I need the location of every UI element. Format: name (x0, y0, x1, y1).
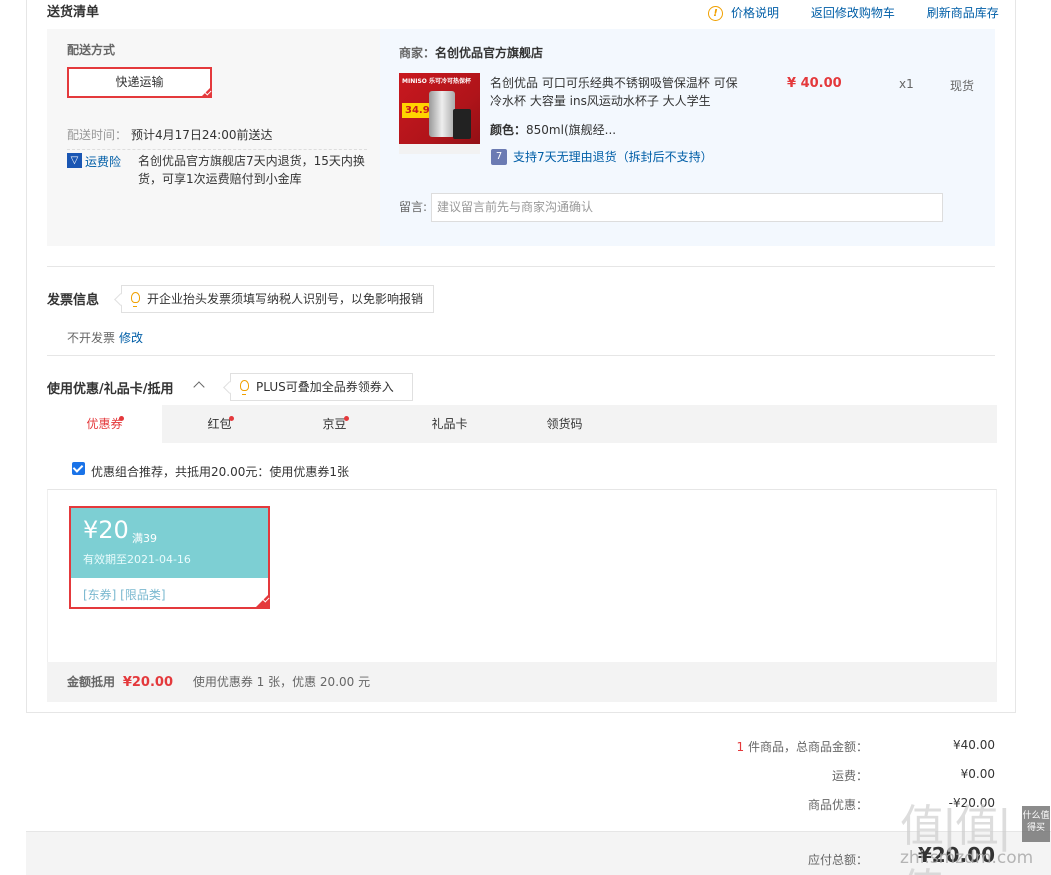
coupon-selected-icon (254, 593, 270, 609)
express-delivery-button[interactable]: 快递运输 (67, 67, 212, 98)
invoice-modify-link[interactable]: 修改 (119, 329, 143, 346)
price-note-label[interactable]: 价格说明 (731, 6, 779, 20)
product-cup-graphic-2 (453, 109, 471, 139)
coupon-expiry: 有效期至2021-04-16 (83, 553, 191, 566)
warning-icon: ! (708, 6, 723, 21)
payable-label: 应付总额： (807, 853, 868, 867)
tab-jd-beans-dot (344, 416, 349, 421)
total-bar (26, 831, 1051, 875)
product-stock: 现货 (950, 79, 975, 93)
shield-icon: ▽ (67, 153, 82, 168)
tab-coupon-dot (119, 416, 124, 421)
tab-red-packet[interactable]: 红包 (162, 405, 277, 443)
summary-goods-total: ¥40.00 (953, 738, 995, 752)
lightbulb-icon (131, 292, 140, 307)
summary-count-label: 件商品，总商品金额： (747, 740, 868, 754)
product-image-brand: MINISO 乐可冷可热保杯 (402, 78, 471, 85)
tab-jd-beans[interactable]: 京豆 (277, 405, 392, 443)
summary-shipping-fee: ¥0.00 (960, 767, 995, 781)
summary-count: 1 (736, 740, 745, 754)
merchant-label: 商家：名创优品官方旗舰店 (399, 44, 543, 61)
deduct-bar: 金额抵用 ¥20.00 使用优惠券 1 张，优惠 20.00 元 (47, 662, 997, 702)
coupon-header: ¥20 满39 有效期至2021-04-16 (71, 508, 268, 578)
invoice-tip: 开企业抬头发票须填写纳税人识别号，以免影响报销 (114, 285, 434, 313)
tab-red-packet-dot (229, 416, 234, 421)
tab-gift-card[interactable]: 礼品卡 (392, 405, 507, 443)
watermark-url: zhi.smzdm.com (900, 848, 1034, 868)
summary-discount-label: 商品优惠： (807, 798, 868, 812)
merchant-name: 名创优品官方旗舰店 (435, 46, 544, 60)
product-image-footer (399, 144, 480, 154)
discount-title[interactable]: 使用优惠/礼品卡/抵用 (47, 378, 174, 397)
tab-red-packet-label: 红包 (207, 417, 232, 431)
invoice-title: 发票信息 (47, 293, 100, 308)
summary-count-row: 1 件商品，总商品金额： (737, 738, 868, 755)
plus-tip[interactable]: PLUS可叠加全品券领券入口 (223, 373, 413, 420)
selected-check-icon (200, 86, 212, 98)
product-title[interactable]: 名创优品 可口可乐经典不锈钢吸管保温杯 可保冷水杯 大容量 ins风运动水杯子 … (490, 74, 740, 110)
back-to-cart-link[interactable]: 返回修改购物车 (811, 6, 895, 20)
invoice-value: 不开发票 (67, 331, 116, 345)
product-cup-graphic (429, 91, 455, 137)
deduct-label: 金额抵用 (67, 675, 116, 689)
deduct-desc: 使用优惠券 1 张，优惠 20.00 元 (192, 675, 371, 689)
discount-tabs: 优惠券 红包 京豆 礼品卡 领货码 (47, 405, 997, 443)
product-color: 颜色：850ml(旗舰经... (490, 121, 616, 138)
coupon-tags: [东券] [限品类] (83, 588, 166, 602)
delivery-time-label: 配送时间： (67, 128, 128, 142)
express-delivery-label: 快递运输 (115, 75, 164, 89)
product-quantity: x1 (899, 77, 914, 91)
tab-coupon-label: 优惠券 (86, 417, 123, 431)
product-image[interactable]: MINISO 乐可冷可热保杯 34.9 (399, 73, 480, 154)
delivery-method-label: 配送方式 (67, 43, 116, 57)
shipping-section-title: 送货清单 (47, 5, 100, 20)
section-divider-1 (47, 266, 995, 267)
coupon-amount: ¥20 (83, 516, 129, 544)
recommend-text: 优惠组合推荐，共抵用20.00元：使用优惠券1张 (91, 465, 349, 479)
invoice-tip-text: 开企业抬头发票须填写纳税人识别号，以免影响报销 (147, 292, 424, 306)
watermark-badge: 什么值得买 (1022, 806, 1050, 842)
product-color-label: 颜色： (490, 123, 527, 137)
deduct-amount: ¥20.00 (122, 675, 174, 690)
coupon-card[interactable]: ¥20 满39 有效期至2021-04-16 [东券] [限品类] (69, 506, 270, 609)
product-price: ¥ 40.00 (787, 76, 842, 91)
recommend-checkbox[interactable] (72, 462, 85, 475)
price-note-link[interactable]: ! 价格说明 (708, 6, 779, 21)
product-color-value: 850ml(旗舰经... (526, 123, 617, 137)
return-policy-icon: 7 (491, 149, 507, 165)
merchant-label-text: 商家： (399, 46, 436, 60)
shipping-top-links: ! 价格说明 返回修改购物车 刷新商品库存 (680, 4, 999, 21)
coupon-condition: 满39 (132, 532, 157, 545)
message-label: 留言: (399, 200, 428, 214)
message-input[interactable]: 建议留言前先与商家沟通确认 (431, 193, 943, 222)
summary-shipping-label: 运费： (831, 769, 868, 783)
delivery-time-value: 预计4月17日24:00前送达 (131, 128, 273, 142)
lightbulb-icon-2 (240, 380, 249, 395)
tab-jd-beans-label: 京豆 (322, 417, 347, 431)
tab-coupon[interactable]: 优惠券 (47, 405, 162, 443)
tab-redeem-code[interactable]: 领货码 (507, 405, 622, 443)
shipping-insurance-desc: 名创优品官方旗舰店7天内退货，15天内换货，可享1次运费赔付到小金库 (138, 154, 365, 186)
return-policy-text: 支持7天无理由退货（拆封后不支持） (513, 150, 713, 164)
tab-gift-card-label: 礼品卡 (431, 417, 468, 431)
shipping-dashed-divider (67, 149, 367, 150)
refresh-stock-link[interactable]: 刷新商品库存 (927, 6, 999, 20)
tab-redeem-code-label: 领货码 (546, 417, 583, 431)
shipping-insurance-link[interactable]: 运费险 (85, 153, 121, 170)
section-divider-2 (47, 355, 995, 356)
